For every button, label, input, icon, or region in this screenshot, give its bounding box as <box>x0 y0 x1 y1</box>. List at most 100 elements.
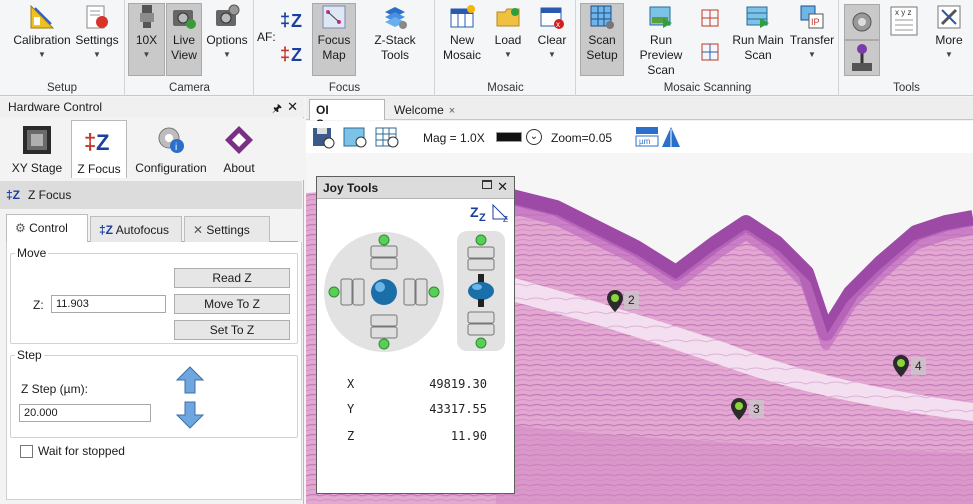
new-mosaic-button[interactable]: New Mosaic <box>440 4 484 63</box>
marker-2[interactable] <box>606 289 624 316</box>
step-up-button[interactable] <box>175 365 205 395</box>
z-input[interactable]: 11.903 <box>51 295 166 313</box>
ribbon-group-tools: x y z More ▼ Tools <box>840 0 973 96</box>
subtab-control[interactable]: ⚙ Control <box>6 214 88 243</box>
joystick-tool-button[interactable] <box>844 40 880 76</box>
options-button[interactable]: Options ▼ <box>204 4 250 60</box>
grid-add-icon[interactable] <box>699 8 723 34</box>
zoom-view-icon[interactable] <box>342 125 368 149</box>
svg-text:Z: Z <box>291 45 302 65</box>
clear-button[interactable]: x Clear ▼ <box>532 4 572 60</box>
clear-label: Clear <box>537 33 567 47</box>
run-preview-scan-button[interactable]: Run Preview Scan <box>627 4 695 78</box>
save-view-icon[interactable] <box>310 125 336 149</box>
ribbon-group-setup: Calibration ▼ Settings ▼ Setup <box>0 0 125 96</box>
zstack-tools-button[interactable]: Z-Stack Tools <box>359 4 431 63</box>
tab-welcome[interactable]: Welcome × <box>388 100 456 120</box>
map-pin-icon <box>731 398 747 420</box>
grid-remove-icon[interactable] <box>699 42 723 68</box>
z-step-input[interactable]: 20.000 <box>19 404 151 422</box>
svg-text:IP: IP <box>811 17 820 27</box>
xyz-table-button[interactable]: x y z <box>886 4 922 40</box>
close-icon[interactable]: ✕ <box>497 179 508 195</box>
z-focus-section-title: Z Focus <box>28 188 72 202</box>
live-view-button[interactable]: Live View <box>166 3 202 76</box>
grid-view-icon[interactable] <box>374 125 400 149</box>
objective-button[interactable]: 10X ▼ <box>128 3 165 76</box>
tools-icon <box>936 4 962 30</box>
more-button[interactable]: More ▼ <box>928 4 970 60</box>
af-z-down-icon[interactable]: ‡ Z <box>279 40 307 72</box>
subtab-autofocus[interactable]: ‡Z Autofocus <box>90 216 182 242</box>
set-to-z-button[interactable]: Set To Z <box>174 320 290 340</box>
focus-map-button[interactable]: Focus Map <box>312 3 356 76</box>
z-joystick[interactable] <box>457 231 505 351</box>
settings-icon <box>84 4 110 30</box>
ribbon-group-mosaic-scanning: Scan Setup Run Preview Scan Run Main Sca… <box>577 0 839 96</box>
tab-about-label: About <box>223 161 255 175</box>
xy-stage-icon <box>21 124 53 156</box>
clear-mosaic-icon: x <box>539 4 565 30</box>
marker-3[interactable] <box>730 397 748 424</box>
document-tabs: OI Scanner× Welcome × <box>306 97 973 131</box>
read-z-button[interactable]: Read Z <box>174 268 290 288</box>
tab-about[interactable]: About <box>214 120 264 178</box>
scale-bar-icon[interactable]: µm <box>634 125 660 149</box>
ruler-icon[interactable] <box>660 125 686 149</box>
tab-oi-scanner[interactable]: OI Scanner× <box>309 99 385 131</box>
brightness-swatch[interactable] <box>496 132 522 142</box>
xy-joystick-pad <box>324 232 444 352</box>
group-label-camera: Camera <box>169 82 210 94</box>
settings-label: Settings <box>75 33 119 47</box>
objective-icon <box>134 4 160 30</box>
joy-tools-title-bar[interactable]: Joy Tools ✕ <box>317 177 514 199</box>
tab-z-focus[interactable]: ‡ Z Z Focus <box>71 120 127 178</box>
tab-configuration[interactable]: i Configuration <box>132 120 210 178</box>
tool-settings-button[interactable] <box>844 4 880 40</box>
chevron-down-icon[interactable]: ⌄ <box>526 129 542 145</box>
x-coordinate-value: 49819.30 <box>429 377 487 391</box>
xy-joystick[interactable] <box>323 231 445 353</box>
pin-icon[interactable]: 🖈 <box>272 100 282 119</box>
hardware-tabs: XY Stage ‡ Z Z Focus i Configuration Abou… <box>0 118 304 180</box>
maximize-icon[interactable] <box>482 180 492 189</box>
tab-xy-stage-label: XY Stage <box>11 161 63 175</box>
settings-dropdown-icon: ▼ <box>93 50 101 59</box>
z-step-label: Z Step (µm): <box>21 382 88 396</box>
tab-xy-stage[interactable]: XY Stage <box>6 120 68 178</box>
viewer-toolbar: Mag = 1.0X ⌄ Zoom=0.05 µm <box>306 121 973 153</box>
load-button[interactable]: Load ▼ <box>488 4 528 60</box>
tab-welcome-close-icon[interactable]: × <box>449 105 455 117</box>
new-mosaic-icon <box>449 4 475 30</box>
scan-setup-button[interactable]: Scan Setup <box>580 3 624 76</box>
focus-map-label-2: Map <box>322 48 346 62</box>
ribbon-group-focus: AF: ‡ Z ‡ Z Focus Map Z-Stack Tools Focus <box>255 0 435 96</box>
y-coordinate-value: 43317.55 <box>429 402 487 416</box>
z-axis-label: Z <box>347 429 355 443</box>
focus-map-label-1: Focus <box>317 33 351 47</box>
move-to-z-button[interactable]: Move To Z <box>174 294 290 314</box>
run-main-label-1: Run Main <box>732 33 784 47</box>
af-z-up-icon[interactable]: ‡ Z <box>279 6 307 38</box>
step-down-button[interactable] <box>175 400 205 430</box>
wait-for-stopped-checkbox[interactable] <box>20 445 33 458</box>
transfer-button[interactable]: IP Transfer ▼ <box>789 4 835 60</box>
subtab-settings-label: Settings <box>206 223 250 237</box>
marker-4[interactable] <box>892 354 910 381</box>
subtab-settings[interactable]: ✕ Settings <box>184 216 270 242</box>
arrow-up-icon <box>175 366 205 394</box>
joy-options-icons[interactable]: Z Z Z <box>469 201 513 224</box>
configuration-icon: i <box>155 124 187 156</box>
svg-text:Z: Z <box>96 130 109 155</box>
zoom-readout: Zoom=0.05 <box>551 131 613 145</box>
z-axis-icon: Z Z Z <box>470 203 509 224</box>
move-legend: Move <box>17 246 47 260</box>
svg-text:i: i <box>175 142 177 153</box>
control-gear-icon: ⚙ <box>15 221 26 235</box>
run-main-scan-button[interactable]: Run Main Scan <box>729 4 787 63</box>
svg-text:x: x <box>556 20 560 29</box>
close-panel-icon[interactable]: ✕ <box>287 99 298 115</box>
xyz-table-icon: x y z <box>890 6 918 36</box>
calibration-button[interactable]: Calibration ▼ <box>8 4 76 60</box>
settings-button[interactable]: Settings ▼ <box>74 4 120 60</box>
